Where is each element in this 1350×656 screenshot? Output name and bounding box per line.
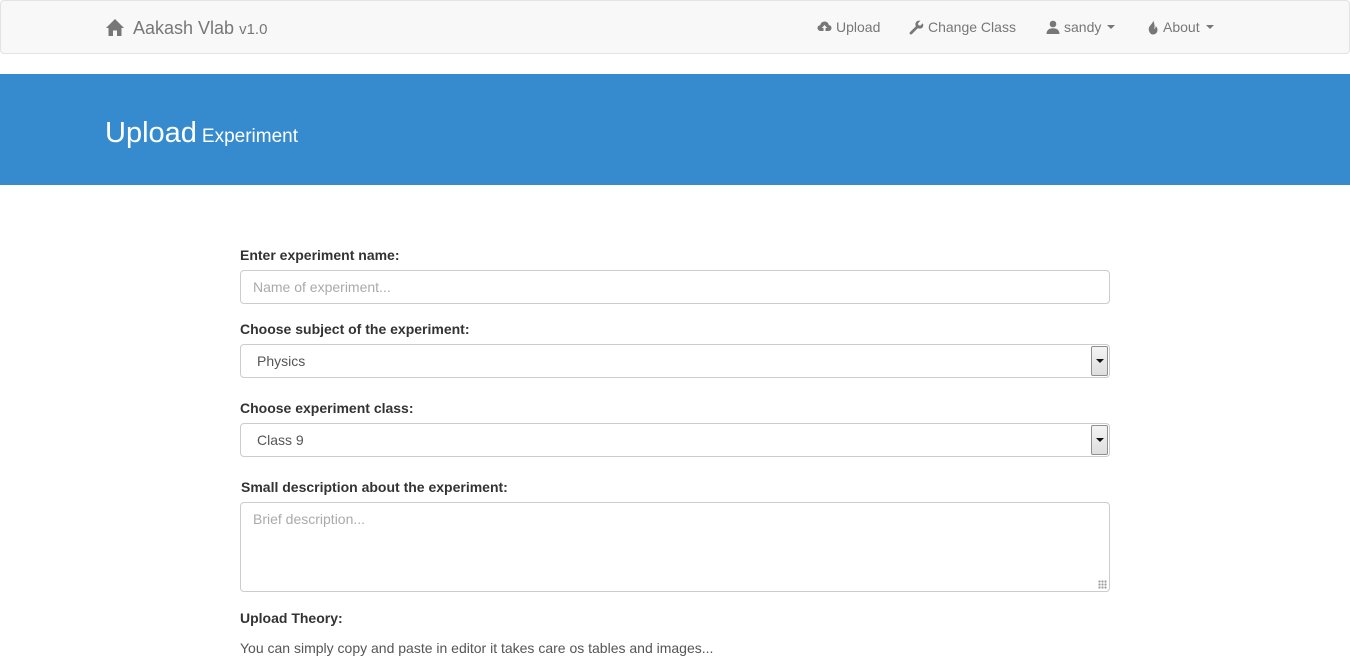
page-title: Upload Experiment — [105, 117, 298, 150]
description-wrapper — [240, 502, 1110, 592]
theory-label: Upload Theory: — [240, 610, 343, 626]
top-navbar: Aakash Vlab v1.0 Upload Change Class san… — [0, 0, 1350, 54]
dropdown-arrow-icon[interactable] — [1091, 425, 1108, 455]
brand-link[interactable]: Aakash Vlab v1.0 — [105, 15, 267, 41]
nav-user-dropdown[interactable]: sandy — [1046, 16, 1116, 38]
brand-name: Aakash Vlab — [133, 17, 235, 38]
user-icon — [1046, 20, 1060, 34]
cloud-upload-icon — [817, 21, 832, 33]
nav-change-class-link[interactable]: Change Class — [909, 16, 1016, 38]
theory-help-text: You can simply copy and paste in editor … — [240, 640, 714, 656]
class-label: Choose experiment class: — [240, 400, 414, 416]
class-select[interactable]: Class 9 — [240, 423, 1110, 457]
fire-icon — [1148, 20, 1158, 34]
nav-about-dropdown[interactable]: About — [1147, 16, 1214, 38]
subject-label: Choose subject of the experiment: — [240, 321, 470, 337]
class-selected-value: Class 9 — [257, 432, 304, 448]
chevron-down-icon — [1205, 25, 1214, 29]
dropdown-arrow-icon[interactable] — [1091, 346, 1108, 376]
page-header-banner: Upload Experiment — [0, 74, 1350, 185]
nav-change-class-label: Change Class — [928, 19, 1016, 35]
nav-user-label: sandy — [1064, 19, 1102, 35]
chevron-down-icon — [1107, 25, 1116, 29]
experiment-name-input[interactable] — [240, 270, 1110, 304]
description-label: Small description about the experiment: — [241, 479, 508, 495]
brand-version: v1.0 — [239, 20, 268, 38]
home-icon — [106, 19, 124, 36]
page-title-main: Upload — [105, 117, 197, 149]
subject-select[interactable]: Physics — [240, 344, 1110, 378]
page-title-sub: Experiment — [201, 126, 299, 147]
description-textarea[interactable] — [240, 502, 1110, 592]
nav-upload-label: Upload — [836, 19, 881, 35]
nav-upload-link[interactable]: Upload — [817, 16, 880, 38]
experiment-name-label: Enter experiment name: — [240, 247, 400, 263]
subject-selected-value: Physics — [257, 353, 306, 369]
nav-about-label: About — [1163, 19, 1200, 35]
wrench-icon — [909, 20, 924, 34]
